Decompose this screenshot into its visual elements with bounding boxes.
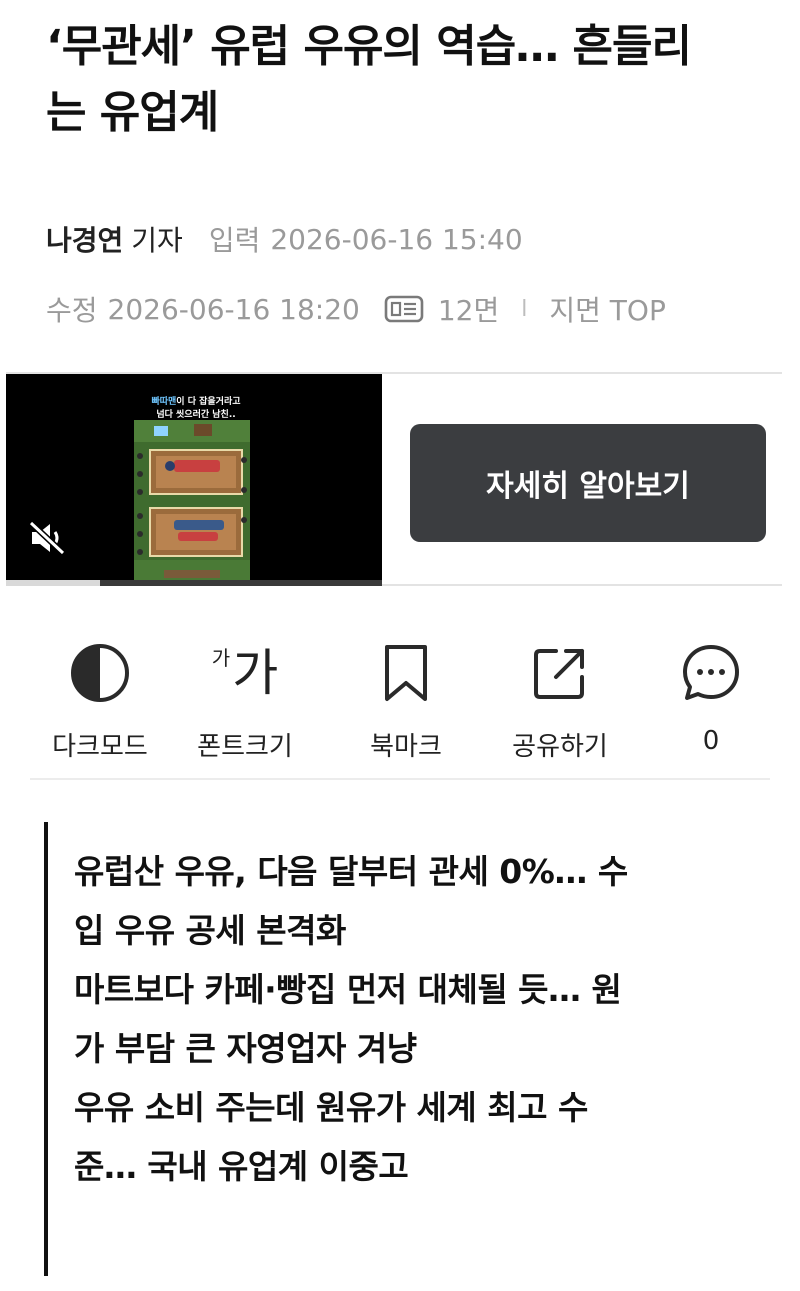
share-button[interactable]: 공유하기 <box>490 630 630 770</box>
summary-item: 우유 소비 주는데 원유가 세계 최고 수 준… 국내 유업계 이중고 <box>74 1078 760 1196</box>
article-meta: 수정 2026-06-16 18:20 12면 l 지면 TOP <box>46 284 666 334</box>
edit-label: 수정 <box>46 294 98 327</box>
byline: 나경연 기자 입력 2026-06-16 15:40 <box>46 214 523 264</box>
font-size-button[interactable]: 가 가 폰트크기 <box>175 630 315 770</box>
font-size-icon: 가 가 <box>212 648 278 698</box>
headline-line-2: 는 유업계 <box>46 87 219 138</box>
speaker-muted-icon[interactable] <box>28 520 68 556</box>
summary-item-line: 가 부담 큰 자영업자 겨냥 <box>74 1029 417 1068</box>
video-caption: 빠따맨이 다 잡을거라고 넘다 씻으러간 남친.. <box>116 396 276 422</box>
headline-line-1: ‘무관세’ 유럽 우유의 역습… 흔들리 <box>46 21 692 72</box>
font-size-big-glyph: 가 <box>232 644 279 702</box>
print-page-number: 12면 <box>437 294 500 327</box>
edit-time: 2026-06-16 18:20 <box>107 292 360 326</box>
print-page-position: 지면 TOP <box>549 294 666 327</box>
font-size-label: 폰트크기 <box>197 732 293 762</box>
article-summary: 유럽산 우유, 다음 달부터 관세 0%… 수 입 우유 공세 본격화 마트보다… <box>44 822 760 1276</box>
summary-item-line: 유럽산 우유, 다음 달부터 관세 0%… 수 <box>74 852 628 891</box>
bookmark-icon <box>385 645 427 701</box>
summary-item-line: 마트보다 카페·빵집 먼저 대체될 듯… 원 <box>74 970 622 1009</box>
ad-video-player[interactable]: 빠따맨이 다 잡을거라고 넘다 씻으러간 남친.. <box>6 374 382 586</box>
font-size-small-glyph: 가 <box>211 646 231 670</box>
summary-item-line: 준… 국내 유업계 이중고 <box>74 1147 409 1186</box>
game-preview-image <box>134 420 250 586</box>
share-label: 공유하기 <box>512 732 608 762</box>
dark-mode-button[interactable]: 다크모드 <box>30 630 170 770</box>
video-ad: 빠따맨이 다 잡을거라고 넘다 씻으러간 남친.. 자세히 알아보기 <box>6 372 782 586</box>
input-time: 2026-06-16 15:40 <box>270 222 523 256</box>
summary-item-line: 입 우유 공세 본격화 <box>74 911 346 950</box>
video-progress-fill <box>6 580 100 586</box>
bookmark-button[interactable]: 북마크 <box>336 630 476 770</box>
reporter-name[interactable]: 나경연 <box>46 219 123 259</box>
learn-more-button[interactable]: 자세히 알아보기 <box>410 424 766 542</box>
video-caption-highlight: 빠따맨 <box>151 397 177 407</box>
comment-icon <box>683 645 739 700</box>
reporter-role: 기자 <box>131 224 183 257</box>
share-icon <box>534 649 584 699</box>
comment-count: 0 <box>702 726 720 756</box>
contrast-icon <box>71 644 129 702</box>
meta-separator: l <box>521 296 528 322</box>
summary-item-line: 우유 소비 주는데 원유가 세계 최고 수 <box>74 1088 588 1127</box>
dark-mode-label: 다크모드 <box>52 732 148 762</box>
input-label: 입력 <box>208 224 261 257</box>
summary-item: 마트보다 카페·빵집 먼저 대체될 듯… 원 가 부담 큰 자영업자 겨냥 <box>74 960 760 1078</box>
article-page: ‘무관세’ 유럽 우유의 역습… 흔들리 는 유업계 나경연 기자 입력 202… <box>0 0 800 1291</box>
summary-item: 유럽산 우유, 다음 달부터 관세 0%… 수 입 우유 공세 본격화 <box>74 842 760 960</box>
comment-button[interactable]: 0 <box>641 630 781 770</box>
article-toolbar: 다크모드 가 가 폰트크기 북마크 공유하기 0 <box>30 630 770 780</box>
bookmark-label: 북마크 <box>370 732 442 762</box>
article-headline: ‘무관세’ 유럽 우유의 역습… 흔들리 는 유업계 <box>46 14 766 146</box>
video-caption-line-1: 이 다 잡을거라고 <box>176 397 241 407</box>
newspaper-icon <box>384 293 424 325</box>
